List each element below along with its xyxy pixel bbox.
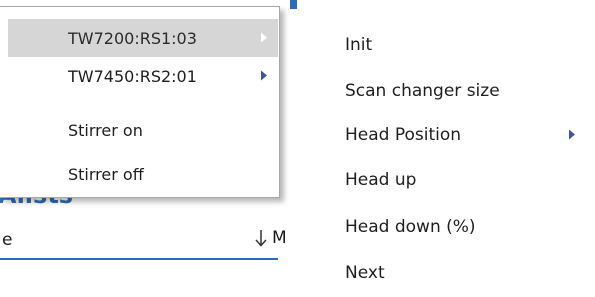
submenu-arrow-icon	[260, 29, 268, 48]
submenu-arrow-icon	[568, 126, 576, 145]
menu-item-head-position[interactable]: Head Position	[345, 117, 585, 153]
menu-item-head-down[interactable]: Head down (%)	[345, 209, 585, 245]
menu-item-label: Scan changer size	[345, 81, 500, 101]
menu-item-scan-changer-size[interactable]: Scan changer size	[345, 73, 585, 109]
menu-item-init[interactable]: Init	[345, 27, 585, 63]
menu-item-label: Head down (%)	[345, 217, 476, 237]
instrument-context-menu: TW7200:RS1:03 TW7450:RS2:01 Stirrer on S…	[0, 6, 280, 198]
background-column-header-sort[interactable]: M	[254, 224, 287, 252]
menu-item-tw7450[interactable]: TW7450:RS2:01	[8, 57, 278, 95]
submenu-arrow-icon	[260, 67, 268, 86]
background-accent-bar	[290, 0, 297, 9]
background-underline	[0, 258, 278, 260]
context-menu-screen: Alists e M TW7200:RS1:03 TW7450:RS2:01 S…	[0, 0, 595, 297]
menu-item-next[interactable]: Next	[345, 255, 585, 291]
menu-item-label: Head Position	[345, 125, 462, 145]
menu-item-label: TW7200:RS1:03	[68, 28, 197, 48]
background-column-header-right: M	[272, 228, 287, 248]
arrow-down-icon	[254, 228, 268, 248]
menu-item-tw7200[interactable]: TW7200:RS1:03	[8, 19, 278, 57]
menu-item-stirrer-on[interactable]: Stirrer on	[8, 111, 278, 149]
background-column-header-left: e	[2, 230, 13, 250]
menu-item-stirrer-off[interactable]: Stirrer off	[8, 155, 278, 193]
menu-item-label: Next	[345, 263, 385, 283]
menu-item-label: Stirrer on	[68, 120, 143, 140]
head-control-submenu: Init Scan changer size Head Position Hea…	[345, 20, 590, 297]
menu-item-head-up[interactable]: Head up	[345, 162, 585, 198]
menu-item-label: Init	[345, 35, 373, 55]
menu-item-label: Head up	[345, 170, 417, 190]
menu-item-label: TW7450:RS2:01	[68, 66, 197, 86]
menu-item-label: Stirrer off	[68, 164, 144, 184]
